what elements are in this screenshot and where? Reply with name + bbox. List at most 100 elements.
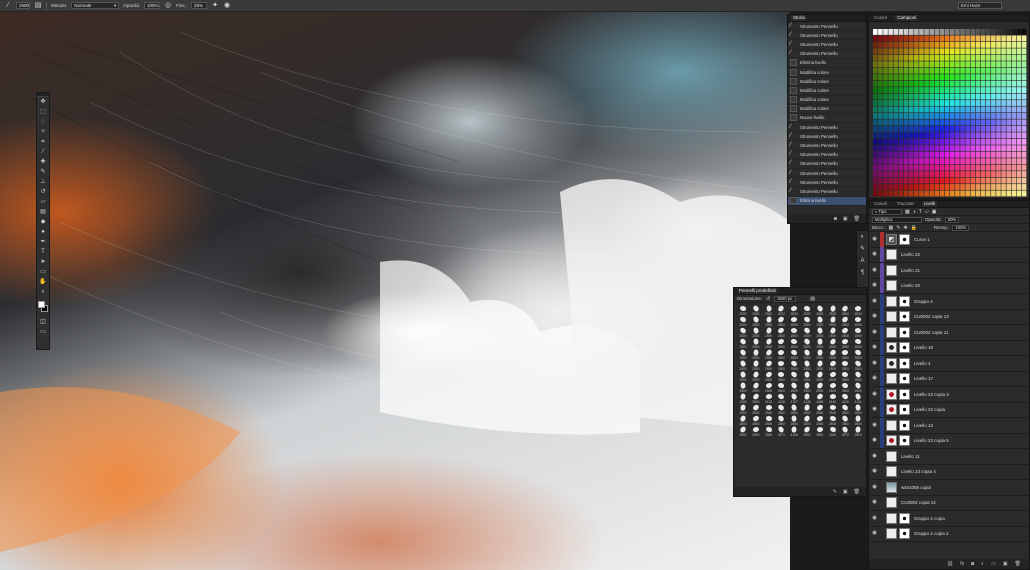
stamp-icon[interactable]: ⊥ <box>37 177 49 187</box>
color-swatch[interactable] <box>929 113 934 119</box>
eye-icon[interactable]: ◉ <box>871 484 878 491</box>
color-swatch[interactable] <box>970 80 976 87</box>
brush-preset[interactable]: 2500 <box>827 370 840 382</box>
color-swatch[interactable] <box>970 113 976 119</box>
color-swatch[interactable] <box>965 171 970 178</box>
color-swatch[interactable] <box>1001 151 1006 158</box>
color-swatch[interactable] <box>950 48 955 55</box>
color-swatch[interactable] <box>996 171 1001 178</box>
color-swatch[interactable] <box>888 132 893 139</box>
color-swatch[interactable] <box>939 125 945 132</box>
lock-pixels-icon[interactable]: ▦ <box>889 225 894 231</box>
color-swatch[interactable] <box>914 74 919 81</box>
brush-preset[interactable]: 2500 <box>788 327 801 338</box>
color-swatch[interactable] <box>944 164 950 171</box>
color-swatch[interactable] <box>1011 184 1017 190</box>
color-swatch[interactable] <box>996 48 1001 55</box>
color-swatch[interactable] <box>919 177 924 184</box>
color-swatch[interactable] <box>898 151 904 158</box>
color-swatch[interactable] <box>914 184 919 190</box>
color-swatch[interactable] <box>873 184 878 190</box>
color-swatch[interactable] <box>980 61 986 68</box>
color-swatch[interactable] <box>985 164 991 171</box>
color-swatch[interactable] <box>1006 171 1011 178</box>
color-swatch[interactable] <box>934 87 940 94</box>
color-swatch[interactable] <box>970 41 976 48</box>
color-swatch[interactable] <box>908 184 914 190</box>
color-swatch[interactable] <box>878 41 883 48</box>
color-swatch[interactable] <box>944 177 950 184</box>
color-swatch[interactable] <box>903 158 909 165</box>
color-swatch[interactable] <box>934 41 940 48</box>
color-swatch[interactable] <box>924 35 929 42</box>
filter-shape-icon[interactable]: ▱ <box>925 209 929 215</box>
brush-preset[interactable]: 4157 <box>788 392 801 404</box>
path-select-icon[interactable]: ➤ <box>37 257 49 267</box>
color-swatch[interactable] <box>883 119 888 126</box>
color-swatch[interactable] <box>1006 138 1011 145</box>
color-swatch[interactable] <box>883 164 888 171</box>
color-swatch[interactable] <box>929 132 934 139</box>
color-swatch[interactable] <box>970 100 976 106</box>
color-swatch[interactable] <box>903 67 909 74</box>
color-swatch[interactable] <box>903 100 909 106</box>
color-swatch[interactable] <box>960 190 965 197</box>
color-swatch[interactable] <box>903 113 909 119</box>
brush-preset[interactable]: 2500 <box>814 371 827 382</box>
color-swatch[interactable] <box>934 106 940 113</box>
eye-icon[interactable]: ◉ <box>871 236 878 243</box>
brush-preset[interactable]: 2500 <box>737 327 750 338</box>
color-swatch[interactable] <box>873 164 878 171</box>
color-swatch[interactable] <box>975 87 981 94</box>
color-swatch[interactable] <box>888 113 893 119</box>
eye-icon[interactable]: ◉ <box>871 251 878 258</box>
color-swatch[interactable] <box>893 106 899 113</box>
color-swatch[interactable] <box>955 151 960 158</box>
brush-preset[interactable]: 2500 <box>763 415 776 426</box>
color-swatch[interactable] <box>975 48 981 55</box>
color-swatch[interactable] <box>1021 67 1027 74</box>
color-swatch[interactable] <box>888 164 893 171</box>
color-swatch[interactable] <box>991 35 996 42</box>
color-swatch[interactable] <box>914 61 919 68</box>
color-swatch[interactable] <box>965 93 970 100</box>
color-swatches[interactable] <box>37 300 49 314</box>
color-swatch[interactable] <box>970 54 976 61</box>
color-swatch[interactable] <box>924 138 929 145</box>
color-swatch[interactable] <box>996 151 1001 158</box>
brush-preset[interactable]: 2500 <box>750 371 763 382</box>
color-swatch[interactable] <box>893 41 899 48</box>
color-swatch[interactable] <box>965 177 970 184</box>
tab-color[interactable]: Colore <box>872 15 889 21</box>
brush-preset[interactable]: 2500 <box>814 337 827 349</box>
color-swatch[interactable] <box>873 93 878 100</box>
history-item[interactable]: Elimina livello <box>788 196 866 206</box>
color-swatch[interactable] <box>996 67 1001 74</box>
color-swatch[interactable] <box>991 151 996 158</box>
color-swatch[interactable] <box>908 100 914 106</box>
color-swatch[interactable] <box>1016 67 1022 74</box>
eye-icon[interactable]: ◉ <box>871 329 878 336</box>
color-swatch[interactable] <box>924 41 929 48</box>
color-swatch[interactable] <box>1011 138 1017 145</box>
color-swatch[interactable] <box>908 87 914 94</box>
color-swatch[interactable] <box>944 151 950 158</box>
brush-preset[interactable]: 2500 <box>852 316 865 327</box>
color-swatch[interactable] <box>1011 41 1017 48</box>
color-swatch[interactable] <box>1016 119 1022 126</box>
layer-row[interactable]: ◉ Livello 22 <box>869 247 1029 263</box>
color-swatch[interactable] <box>924 106 929 113</box>
color-swatch[interactable] <box>878 164 883 171</box>
color-swatch[interactable] <box>950 41 955 48</box>
color-swatch[interactable] <box>965 35 970 42</box>
color-swatch[interactable] <box>980 119 986 126</box>
color-swatch[interactable] <box>919 164 924 171</box>
color-swatch[interactable] <box>944 184 950 190</box>
brush-preset[interactable]: 2500 <box>814 403 827 415</box>
color-swatch[interactable] <box>1001 100 1006 106</box>
brush-preset[interactable]: 2500 <box>852 349 865 360</box>
color-swatch[interactable] <box>1006 132 1011 139</box>
history-item[interactable]: ⁄ Strumento Pennello <box>788 160 866 169</box>
color-swatch[interactable] <box>914 119 919 126</box>
eye-icon[interactable]: ◉ <box>871 267 878 274</box>
